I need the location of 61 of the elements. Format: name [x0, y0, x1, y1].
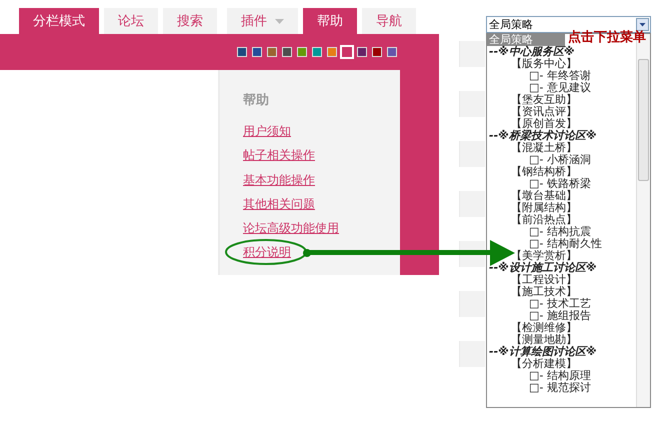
- nav-tab[interactable]: 分栏模式: [19, 8, 99, 34]
- theme-swatch[interactable]: [267, 47, 277, 57]
- help-link[interactable]: 论坛高级功能使用: [243, 216, 339, 240]
- faded-block: [459, 341, 485, 367]
- dropdown-option[interactable]: 【原创首发】: [487, 118, 636, 130]
- panel-title: 帮助: [243, 92, 269, 109]
- select-value: 全局策略: [489, 17, 533, 32]
- dropdown-option[interactable]: 【检测维修】: [487, 322, 636, 334]
- dropdown-option[interactable]: 【版务中心】: [487, 58, 636, 70]
- theme-swatch[interactable]: [297, 47, 307, 57]
- dropdown-option[interactable]: □- 意见建议: [487, 82, 636, 94]
- dropdown-option[interactable]: □- 结构耐久性: [487, 238, 636, 250]
- faded-block: [459, 291, 485, 317]
- nav-tab[interactable]: 论坛: [104, 8, 158, 34]
- theme-swatch[interactable]: [237, 47, 247, 57]
- theme-swatch[interactable]: [282, 47, 292, 57]
- dropdown-option[interactable]: □- 小桥涵洞: [487, 154, 636, 166]
- faded-block: [459, 91, 485, 117]
- dropdown-option[interactable]: 【分析建模】: [487, 358, 636, 370]
- nav-tab[interactable]: 搜索: [163, 8, 217, 34]
- theme-swatch[interactable]: [342, 47, 352, 57]
- dropdown-option[interactable]: 【资讯点评】: [487, 106, 636, 118]
- dropdown-option[interactable]: □- 技术工艺: [487, 298, 636, 310]
- theme-swatch[interactable]: [327, 47, 337, 57]
- faded-block: [459, 141, 485, 167]
- nav-tab[interactable]: 插件: [227, 8, 298, 34]
- scrollbar-thumb[interactable]: [638, 59, 649, 181]
- theme-swatch[interactable]: [312, 47, 322, 57]
- dropdown-option[interactable]: □- 结构抗震: [487, 226, 636, 238]
- dropdown-option[interactable]: --※中心服务区※: [487, 46, 636, 58]
- dropdown-option[interactable]: 【钢结构桥】: [487, 166, 636, 178]
- dropdown-option[interactable]: 【测量地勘】: [487, 334, 636, 346]
- dropdown-option[interactable]: □- 结构原理: [487, 370, 636, 382]
- dropdown-option[interactable]: 【附属结构】: [487, 202, 636, 214]
- dropdown-option[interactable]: □- 施组报告: [487, 310, 636, 322]
- dropdown-option[interactable]: 【墩台基础】: [487, 190, 636, 202]
- help-link[interactable]: 积分说明: [243, 240, 291, 265]
- nav-tab[interactable]: 帮助: [303, 8, 357, 34]
- help-link[interactable]: 其他相关问题: [243, 192, 315, 216]
- dropdown-option[interactable]: --※设计施工讨论区※: [487, 262, 636, 274]
- faded-block: [459, 191, 485, 217]
- dropdown-option[interactable]: □- 规范探讨: [487, 382, 636, 394]
- help-link[interactable]: 用户须知: [243, 119, 291, 144]
- dropdown-option[interactable]: 【前沿热点】: [487, 214, 636, 226]
- dropdown-option[interactable]: 【施工技术】: [487, 286, 636, 298]
- theme-swatch[interactable]: [252, 47, 262, 57]
- dropdown-option[interactable]: 【工程设计】: [487, 274, 636, 286]
- faded-block: [459, 41, 485, 67]
- dropdown-option[interactable]: □- 年终答谢: [487, 70, 636, 82]
- dropdown-option[interactable]: --※计算绘图讨论区※: [487, 346, 636, 358]
- dropdown-option[interactable]: 【混凝土桥】: [487, 142, 636, 154]
- theme-swatch[interactable]: [387, 47, 397, 57]
- dropdown-option[interactable]: --※桥梁技术讨论区※: [487, 130, 636, 142]
- dropdown-option[interactable]: 【美学赏析】: [487, 250, 636, 262]
- theme-swatch[interactable]: [357, 47, 367, 57]
- help-link[interactable]: 基本功能操作: [243, 168, 315, 192]
- nav-tab[interactable]: 导航: [362, 8, 416, 34]
- theme-swatch[interactable]: [372, 47, 382, 57]
- dropdown-option[interactable]: 【堡友互助】: [487, 94, 636, 106]
- help-link[interactable]: 帖子相关操作: [243, 143, 315, 168]
- dropdown-option[interactable]: □- 铁路桥梁: [487, 178, 636, 190]
